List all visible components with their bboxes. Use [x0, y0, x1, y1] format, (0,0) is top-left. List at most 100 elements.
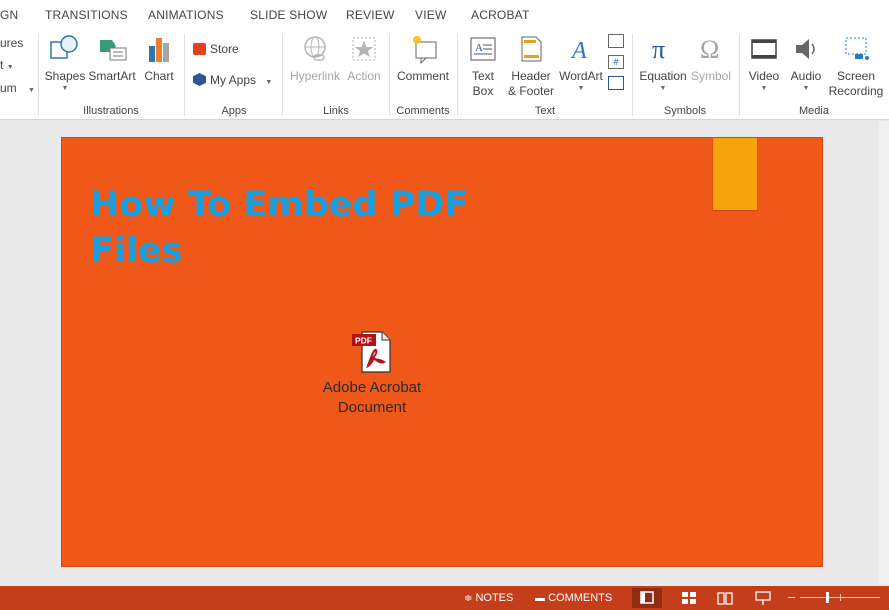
slide-title-line-1: How To Embed PDF — [90, 185, 469, 225]
comments-label: COMMENTS — [548, 592, 613, 604]
shapes-icon — [50, 35, 78, 59]
slide-number-icon[interactable]: # — [608, 55, 624, 69]
text-small-buttons: # — [608, 34, 626, 100]
shapes-button[interactable]: Shapes ▼ — [44, 34, 86, 100]
zoom-slider-thumb[interactable] — [826, 592, 829, 603]
store-button[interactable]: Store — [193, 42, 239, 56]
equation-button[interactable]: π Equation ▼ — [637, 34, 689, 100]
chevron-down-icon: ▼ — [61, 85, 69, 92]
normal-view-button[interactable] — [632, 588, 662, 608]
hyperlink-button[interactable]: Hyperlink — [288, 34, 342, 100]
audio-label: Audio — [790, 69, 822, 83]
object-icon[interactable] — [608, 76, 624, 90]
comment-label: Comment — [396, 69, 449, 83]
notes-icon: ≑ — [464, 593, 473, 604]
chevron-down-icon: ▼ — [659, 85, 667, 92]
slide-canvas[interactable]: How To Embed PDF Files PDF Adobe Acrobat… — [61, 137, 823, 567]
symbol-button[interactable]: Ω Symbol — [689, 34, 733, 100]
smartart-button[interactable]: SmartArt — [86, 34, 138, 100]
tab-design[interactable]: GN — [0, 8, 18, 22]
screenshot-button[interactable]: t ▼ — [0, 58, 14, 72]
action-button[interactable]: Action — [344, 34, 384, 100]
header-footer-label-1: Header — [511, 69, 551, 83]
chevron-down-icon: ▼ — [802, 85, 810, 92]
screen-recording-button[interactable]: Screen Recording — [826, 34, 886, 100]
group-label-apps: Apps — [221, 105, 247, 117]
slide-title[interactable]: How To Embed PDF Files — [90, 182, 510, 274]
insert-ribbon: ures t ▼ um ▼ Shapes ▼ SmartArt Chart Il… — [0, 30, 889, 120]
group-divider — [38, 34, 39, 116]
group-label-comments: Comments — [396, 105, 450, 117]
chevron-down-icon: ▼ — [28, 87, 35, 94]
bookmark-shape[interactable] — [713, 138, 757, 210]
tab-acrobat[interactable]: ACROBAT — [471, 8, 530, 22]
group-divider — [632, 34, 633, 116]
slide-sorter-icon — [682, 592, 696, 604]
comments-button[interactable]: ▬ COMMENTS — [535, 592, 612, 604]
photo-album-label: um — [0, 81, 17, 95]
slide-show-button[interactable] — [748, 588, 778, 608]
header-footer-button[interactable]: Header & Footer — [505, 34, 557, 100]
text-box-button[interactable]: A Text Box — [463, 34, 503, 100]
video-button[interactable]: Video ▼ — [744, 34, 784, 100]
photo-album-button[interactable]: um ▼ — [0, 81, 35, 95]
header-footer-icon — [521, 36, 542, 62]
chart-button[interactable]: Chart — [140, 34, 178, 100]
screenshot-label: t — [0, 58, 4, 72]
action-label: Action — [347, 69, 381, 83]
slide-title-line-2: Files — [90, 231, 183, 271]
group-divider — [389, 34, 390, 116]
comment-button[interactable]: Comment — [394, 34, 452, 100]
tab-transitions[interactable]: TRANSITIONS — [45, 8, 128, 22]
smartart-icon — [100, 40, 127, 61]
tab-slide-show[interactable]: SLIDE SHOW — [250, 8, 327, 22]
my-apps-label: My Apps — [210, 73, 257, 87]
tab-view[interactable]: VIEW — [415, 8, 446, 22]
vertical-scrollbar[interactable] — [879, 121, 889, 584]
tab-animations[interactable]: ANIMATIONS — [148, 8, 224, 22]
my-apps-icon — [193, 73, 206, 86]
pictures-button[interactable]: ures — [0, 36, 23, 50]
my-apps-button[interactable]: My Apps ▼ — [193, 73, 272, 87]
embedded-pdf-object[interactable]: PDF Adobe Acrobat Document — [302, 330, 442, 418]
svg-text:π: π — [652, 35, 665, 64]
pdf-icon-text: PDF — [355, 336, 372, 346]
video-icon — [751, 39, 777, 59]
pdf-icon: PDF — [352, 331, 391, 373]
chart-label: Chart — [144, 69, 174, 83]
slide-sorter-button[interactable] — [674, 588, 704, 608]
hyperlink-label: Hyperlink — [289, 69, 340, 83]
date-time-icon[interactable] — [608, 34, 624, 48]
chart-icon — [149, 38, 169, 62]
powerpoint-window: { "tabs": ["GN", "TRANSITIONS", "ANIMATI… — [0, 0, 889, 610]
shapes-label: Shapes — [44, 69, 86, 83]
screen-recording-label-1: Screen — [836, 69, 876, 83]
tab-review[interactable]: REVIEW — [346, 8, 395, 22]
action-icon — [352, 37, 376, 61]
zoom-out-icon[interactable]: – — [788, 589, 795, 604]
omega-icon: Ω — [700, 35, 719, 64]
group-divider — [739, 34, 740, 116]
hyperlink-icon — [304, 36, 326, 61]
status-bar: ≑ NOTES ▬ COMMENTS – — [0, 586, 889, 610]
svg-text:Ω: Ω — [700, 35, 719, 64]
normal-view-icon — [640, 591, 654, 604]
store-icon — [193, 43, 206, 55]
slide-show-icon — [755, 591, 771, 605]
comments-icon: ▬ — [535, 593, 545, 604]
text-box-label-1: Text — [471, 69, 494, 83]
text-box-label-2: Box — [472, 84, 494, 98]
smartart-label: SmartArt — [88, 69, 136, 83]
pdf-object-label-2: Document — [337, 399, 407, 416]
wordart-button[interactable]: A WordArt ▼ — [557, 34, 605, 100]
reading-view-icon — [717, 592, 733, 605]
text-box-icon: A — [470, 37, 496, 61]
notes-button[interactable]: ≑ NOTES — [464, 592, 513, 604]
group-label-media: Media — [799, 105, 829, 117]
pdf-object-label-1: Adobe Acrobat — [322, 379, 422, 396]
group-divider — [457, 34, 458, 116]
store-label: Store — [210, 42, 239, 56]
chevron-down-icon: ▼ — [577, 85, 585, 92]
reading-view-button[interactable] — [710, 588, 740, 608]
audio-button[interactable]: Audio ▼ — [786, 34, 826, 100]
